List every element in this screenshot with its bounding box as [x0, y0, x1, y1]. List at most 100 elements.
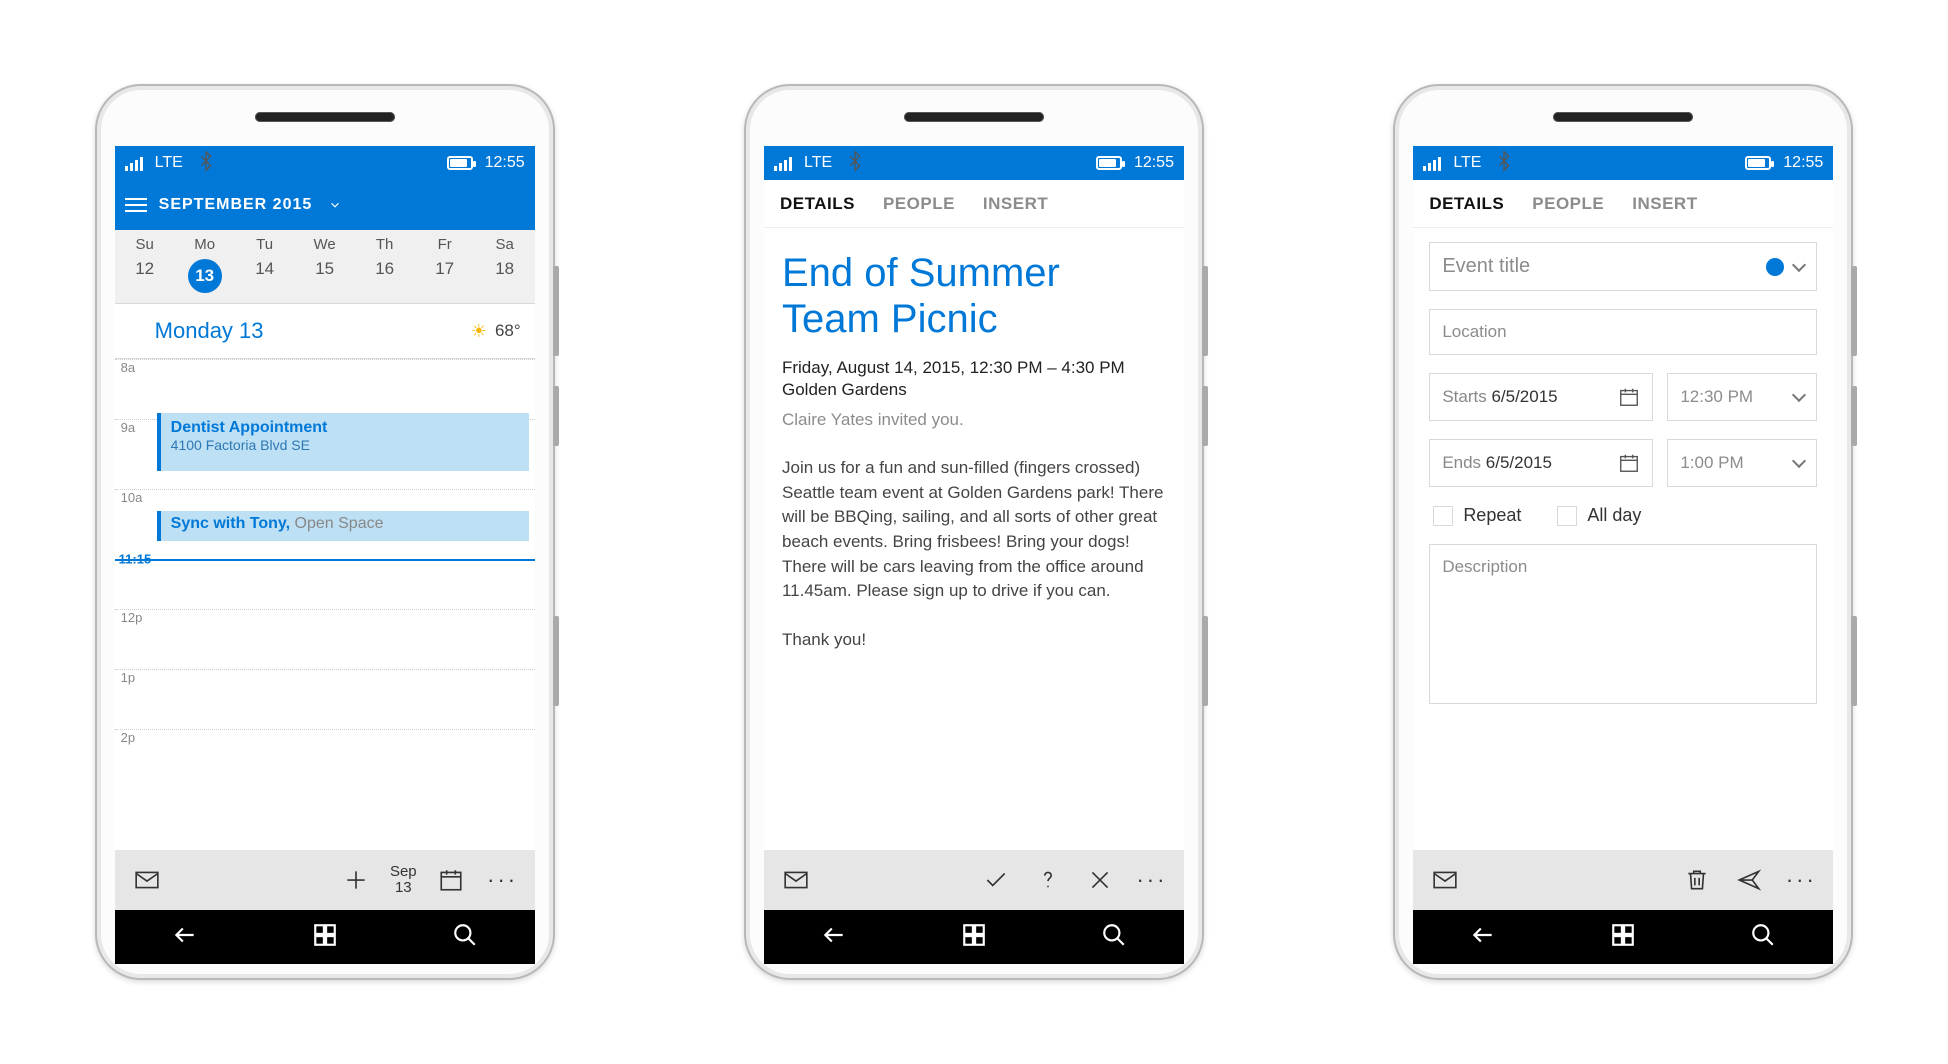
allday-checkbox[interactable]: All day — [1557, 505, 1641, 526]
network-label: LTE — [804, 154, 832, 172]
battery-icon — [1745, 156, 1771, 170]
calendar-event[interactable]: Dentist Appointment 4100 Factoria Blvd S… — [157, 413, 529, 471]
phone-calendar: LTE 12:55 SEPTEMBER 2015 Su Mo Tu We Th … — [95, 84, 555, 980]
repeat-label: Repeat — [1463, 505, 1521, 526]
command-bar: Sep 13 ··· — [115, 850, 535, 910]
home-button[interactable] — [312, 922, 338, 953]
signal-icon — [774, 155, 792, 171]
event-detail-pane[interactable]: End of Summer Team Picnic Friday, August… — [764, 228, 1184, 850]
chevron-down-icon — [1792, 257, 1806, 271]
calendar-view-button[interactable] — [427, 856, 475, 904]
trash-icon — [1684, 867, 1710, 893]
clock-label: 12:55 — [1783, 154, 1823, 172]
search-button[interactable] — [452, 922, 478, 953]
date-cell[interactable]: 14 — [235, 259, 295, 293]
tab-details[interactable]: DETAILS — [1429, 194, 1504, 214]
end-date-value: 6/5/2015 — [1486, 453, 1552, 472]
start-time-field[interactable]: 12:30 PM — [1667, 373, 1817, 421]
repeat-checkbox[interactable]: Repeat — [1433, 505, 1521, 526]
end-label: Ends — [1442, 453, 1481, 472]
tab-insert[interactable]: INSERT — [1632, 194, 1697, 214]
back-button[interactable] — [172, 922, 198, 953]
phone-compose-event: LTE 12:55 DETAILS PEOPLE INSERT Event ti… — [1393, 84, 1853, 980]
date-cell[interactable]: 12 — [115, 259, 175, 293]
phone-event-detail: LTE 12:55 DETAILS PEOPLE INSERT End of S… — [744, 84, 1204, 980]
agenda-timeline[interactable]: 8a 9a 10a 12p 1p 2p Dentist Appointment … — [115, 359, 535, 850]
description-field[interactable]: Description — [1429, 544, 1817, 704]
nav-buttons — [1413, 910, 1833, 964]
tab-people[interactable]: PEOPLE — [883, 194, 955, 214]
calendar-icon — [438, 867, 464, 893]
more-button[interactable]: ··· — [1777, 856, 1825, 904]
search-button[interactable] — [1101, 922, 1127, 953]
weather-badge: ☀ 68° — [471, 321, 521, 342]
allday-label: All day — [1587, 505, 1641, 526]
battery-icon — [1096, 156, 1122, 170]
more-button[interactable]: ··· — [1128, 856, 1176, 904]
tab-people[interactable]: PEOPLE — [1532, 194, 1604, 214]
mail-button[interactable] — [1421, 856, 1469, 904]
date-cell-selected[interactable]: 13 — [175, 259, 235, 293]
mail-button[interactable] — [123, 856, 171, 904]
back-button[interactable] — [1470, 922, 1496, 953]
end-time-field[interactable]: 1:00 PM — [1667, 439, 1817, 487]
event-location: 4100 Factoria Blvd SE — [171, 437, 519, 453]
status-bar: LTE 12:55 — [1413, 146, 1833, 180]
add-event-button[interactable] — [332, 856, 380, 904]
more-button[interactable]: ··· — [479, 856, 527, 904]
temperature-label: 68° — [495, 321, 521, 341]
day-title-row: Monday 13 ☀ 68° — [115, 304, 535, 359]
start-date-field[interactable]: Starts 6/5/2015 — [1429, 373, 1653, 421]
event-inviter: Claire Yates invited you. — [782, 410, 1166, 430]
date-cell[interactable]: 17 — [415, 259, 475, 293]
location-field[interactable]: Location — [1429, 309, 1817, 355]
nav-buttons — [764, 910, 1184, 964]
delete-button[interactable] — [1673, 856, 1721, 904]
today-button[interactable]: Sep 13 — [390, 864, 417, 896]
tab-insert[interactable]: INSERT — [983, 194, 1048, 214]
calendar-icon — [1618, 452, 1640, 474]
end-date-field[interactable]: Ends 6/5/2015 — [1429, 439, 1653, 487]
hour-label: 8a — [115, 359, 535, 375]
day-title: Monday 13 — [155, 318, 264, 344]
category-color-dot[interactable] — [1766, 258, 1784, 276]
tab-bar: DETAILS PEOPLE INSERT — [764, 180, 1184, 228]
checkbox-icon — [1557, 506, 1577, 526]
back-button[interactable] — [821, 922, 847, 953]
status-bar: LTE 12:55 — [764, 146, 1184, 180]
today-day: 13 — [395, 880, 412, 896]
tab-details[interactable]: DETAILS — [780, 194, 855, 214]
chevron-down-icon — [1792, 454, 1806, 468]
send-button[interactable] — [1725, 856, 1773, 904]
bluetooth-icon — [195, 150, 217, 177]
now-indicator — [115, 559, 535, 561]
mail-icon — [783, 867, 809, 893]
event-datetime: Friday, August 14, 2015, 12:30 PM – 4:30… — [782, 358, 1166, 378]
event-body: Join us for a fun and sun-filled (finger… — [782, 456, 1166, 653]
tentative-button[interactable] — [1024, 856, 1072, 904]
calendar-event[interactable]: Sync with Tony, Open Space — [157, 511, 529, 541]
date-cell[interactable]: 15 — [295, 259, 355, 293]
search-button[interactable] — [1750, 922, 1776, 953]
title-field[interactable]: Event title — [1429, 242, 1817, 291]
mail-icon — [1432, 867, 1458, 893]
accept-button[interactable] — [972, 856, 1020, 904]
menu-icon[interactable] — [125, 198, 147, 212]
home-button[interactable] — [961, 922, 987, 953]
close-icon — [1087, 867, 1113, 893]
home-button[interactable] — [1610, 922, 1636, 953]
hour-label: 2p — [115, 729, 535, 745]
command-bar: ··· — [764, 850, 1184, 910]
event-title: Dentist Appointment — [171, 419, 519, 437]
decline-button[interactable] — [1076, 856, 1124, 904]
calendar-month-header[interactable]: SEPTEMBER 2015 — [115, 180, 535, 230]
date-cell[interactable]: 16 — [355, 259, 415, 293]
status-bar: LTE 12:55 — [115, 146, 535, 180]
date-cell[interactable]: 18 — [475, 259, 535, 293]
weekday-label: Fr — [415, 236, 475, 253]
hour-label: 12p — [115, 609, 535, 625]
event-title: Sync with Tony, — [171, 515, 290, 532]
month-label: SEPTEMBER 2015 — [159, 196, 313, 214]
plus-icon — [343, 867, 369, 893]
mail-button[interactable] — [772, 856, 820, 904]
